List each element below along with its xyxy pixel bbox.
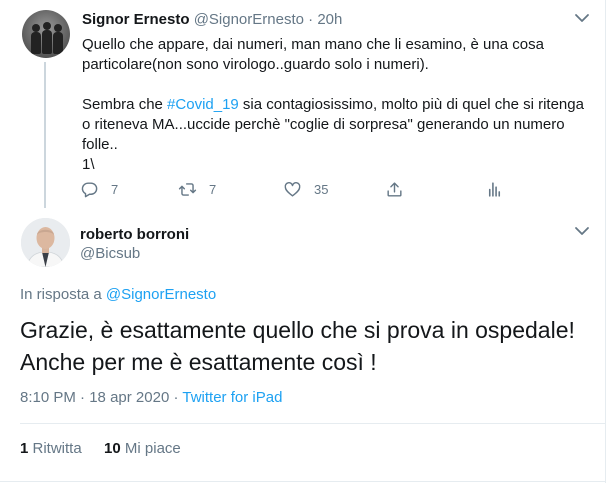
tweet-time[interactable]: 8:10 PM xyxy=(20,389,76,406)
tweet-source-link[interactable]: Twitter for iPad xyxy=(182,389,282,406)
tweet-metadata: 8:10 PM · 18 apr 2020 · Twitter for iPad xyxy=(20,389,282,407)
share-icon xyxy=(387,181,402,197)
analytics-icon xyxy=(488,181,501,197)
like-icon xyxy=(284,181,301,197)
stats-divider xyxy=(20,423,605,424)
main-avatar[interactable] xyxy=(21,218,70,267)
tweet-text-line: Grazie, è esattamente quello che si prov… xyxy=(20,317,575,343)
timeline-border-bottom xyxy=(0,481,606,482)
chevron-down-icon[interactable] xyxy=(574,225,590,237)
tweet-text-line: 1\ xyxy=(82,156,95,173)
timeline-border-right xyxy=(605,0,606,483)
tweet-text-line: Quello che appare, dai numeri, man mano … xyxy=(82,36,544,53)
retweet-icon xyxy=(178,182,197,196)
like-count: 35 xyxy=(314,181,329,197)
parent-tweet-header: Signor Ernesto @SignorErnesto · 20h xyxy=(82,11,342,29)
share-button[interactable] xyxy=(385,178,404,200)
tweet-date[interactable]: 18 apr 2020 xyxy=(89,389,169,406)
parent-avatar[interactable] xyxy=(22,10,70,58)
parent-tweet-text: Quello che appare, dai numeri, man mano … xyxy=(82,35,584,175)
analytics-button[interactable] xyxy=(485,178,504,200)
meta-separator: · xyxy=(173,389,179,406)
retweet-count: 7 xyxy=(209,181,217,197)
tweet-text-line: folle.. xyxy=(82,136,118,153)
tweet-text-line: Sembra che #Covid_19 sia contagiosissimo… xyxy=(82,96,584,113)
thread-connector-line xyxy=(44,62,46,208)
tweet-stats: 1 Ritwitta 10 Mi piace xyxy=(20,440,181,458)
main-tweet-text: Grazie, è esattamente quello che si prov… xyxy=(20,314,600,378)
tweet-text-line: particolare(non sono virologo..guardo so… xyxy=(82,56,429,73)
reply-prefix: In risposta a xyxy=(20,286,106,303)
reply-count: 7 xyxy=(111,181,119,197)
reply-handle-link[interactable]: @SignorErnesto xyxy=(106,286,216,303)
like-button[interactable]: 35 xyxy=(283,178,328,200)
parent-author-name[interactable]: Signor Ernesto xyxy=(82,11,190,28)
tweet-text-line: Anche per me è esattamente così ! xyxy=(20,349,377,375)
meta-separator: · xyxy=(80,389,86,406)
reply-button[interactable]: 7 xyxy=(80,178,118,200)
main-author-name[interactable]: roberto borroni xyxy=(80,226,189,244)
reply-context: In risposta a @SignorErnesto xyxy=(20,286,216,304)
chevron-down-icon[interactable] xyxy=(574,12,590,24)
tweet-text-line: o riteneva MA...uccide perchè "coglie di… xyxy=(82,116,565,133)
retweet-button[interactable]: 7 xyxy=(178,178,216,200)
main-author-handle[interactable]: @Bicsub xyxy=(80,245,140,263)
reply-icon xyxy=(81,181,98,197)
parent-tweet-time[interactable]: 20h xyxy=(317,11,342,28)
parent-tweet-actions: 7 7 35 xyxy=(80,178,510,200)
parent-author-handle[interactable]: @SignorErnesto xyxy=(194,11,304,28)
hashtag-link[interactable]: #Covid_19 xyxy=(167,96,239,113)
likes-stat[interactable]: 10 Mi piace xyxy=(104,440,181,457)
retweets-stat[interactable]: 1 Ritwitta xyxy=(20,440,82,457)
header-separator: · xyxy=(308,11,314,28)
parent-tweet[interactable]: Signor Ernesto @SignorErnesto · 20h Quel… xyxy=(0,0,605,208)
